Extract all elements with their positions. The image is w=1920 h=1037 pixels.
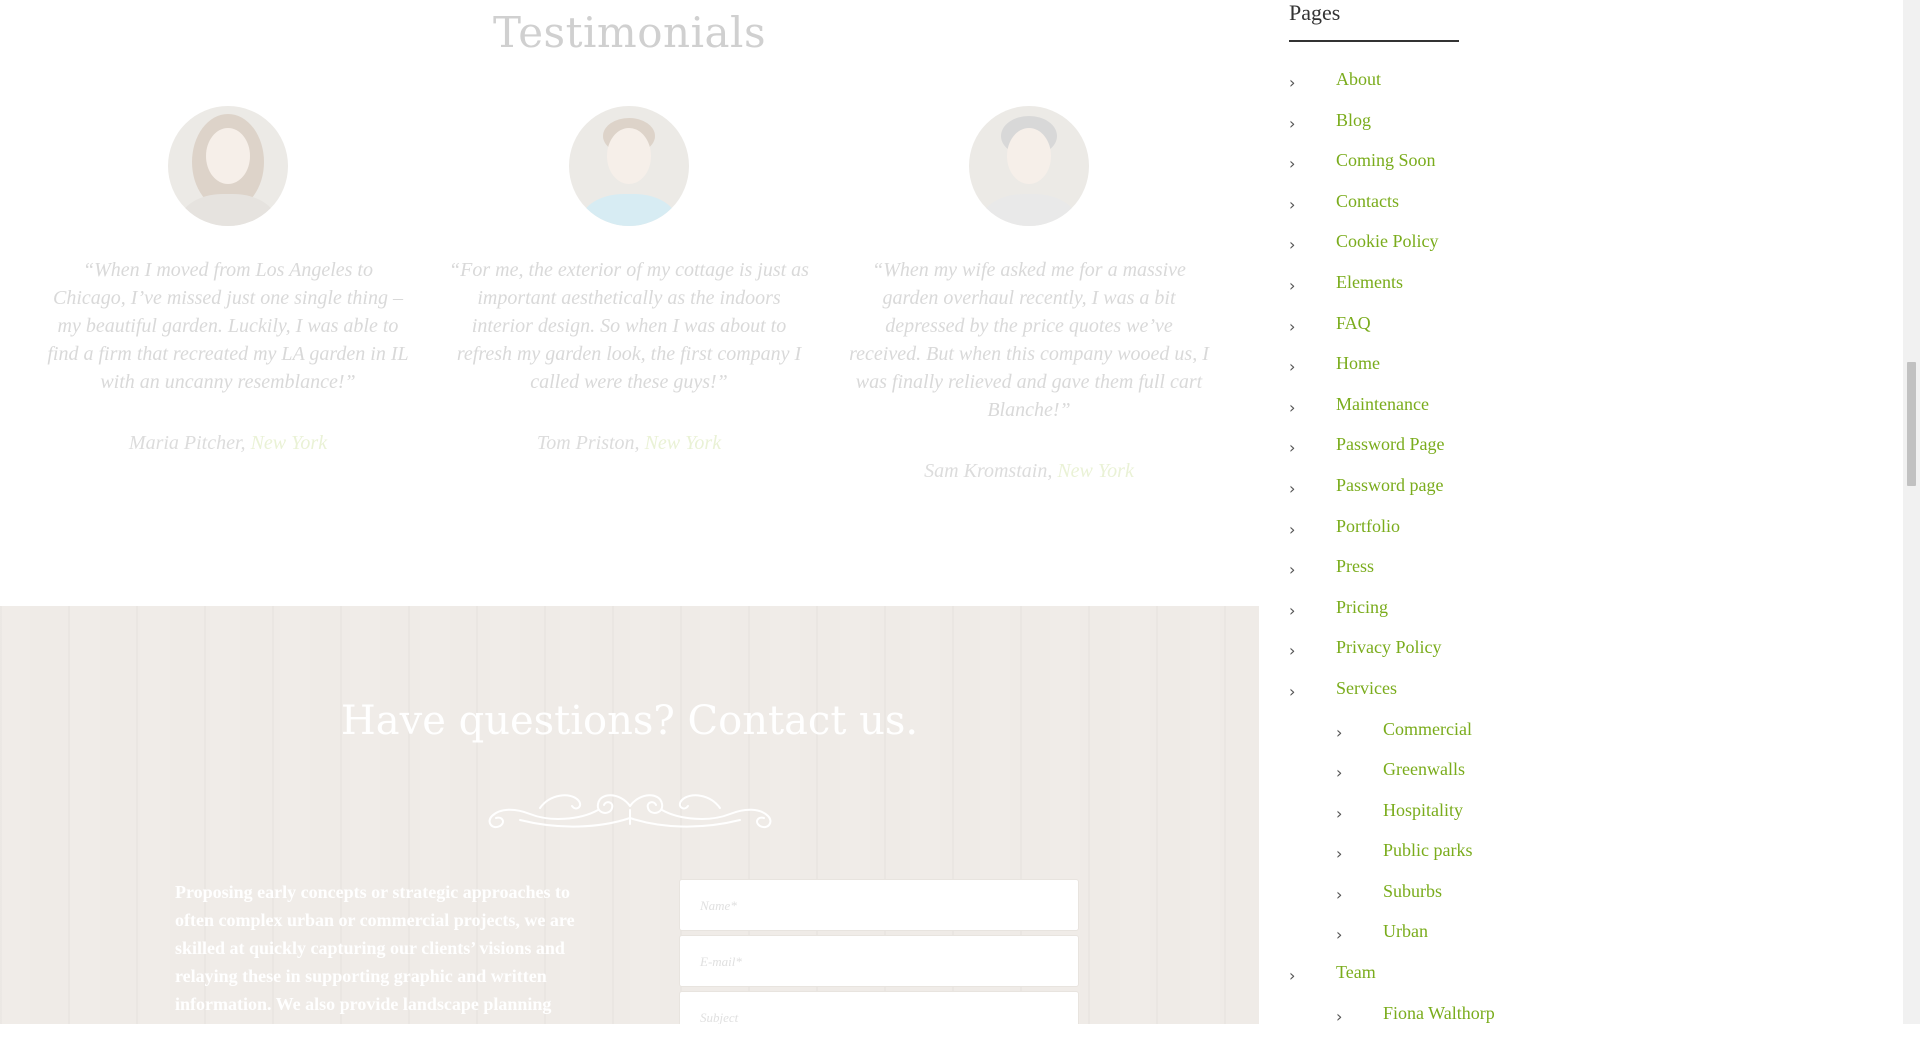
menu-item-label[interactable]: Commercial bbox=[1383, 719, 1472, 740]
chevron-right-icon: › bbox=[1336, 722, 1343, 742]
main-content: Testimonials “When I moved from Los Ange… bbox=[0, 0, 1259, 1024]
chevron-right-icon: › bbox=[1289, 113, 1296, 133]
menu-item-label[interactable]: Home bbox=[1336, 353, 1380, 374]
menu-item-label[interactable]: Suburbs bbox=[1383, 881, 1442, 902]
widget-title: Pages bbox=[1289, 0, 1341, 25]
contact-description: Proposing early concepts or strategic ap… bbox=[175, 882, 575, 1014]
menu-item-label[interactable]: Portfolio bbox=[1336, 516, 1400, 537]
menu-item-label[interactable]: Fiona Walthorp bbox=[1383, 1003, 1495, 1024]
menu-item-label[interactable]: Greenwalls bbox=[1383, 759, 1465, 780]
chevron-right-icon: › bbox=[1289, 275, 1296, 295]
chevron-right-icon: › bbox=[1289, 316, 1296, 336]
sidebar-widget: Pages › About › Blog › Coming Soon › Contact… bbox=[1259, 0, 1903, 1026]
testimonial-card: “When I moved from Los Angeles to Chicag… bbox=[38, 106, 418, 455]
menu-item-label[interactable]: Pricing bbox=[1336, 597, 1388, 618]
menu-item-label[interactable]: FAQ bbox=[1336, 313, 1371, 334]
testimonial-author: Tom Priston, New York bbox=[439, 432, 819, 455]
author-name: Sam Kromstain, bbox=[924, 460, 1058, 482]
chevron-right-icon: › bbox=[1289, 600, 1296, 620]
chevron-right-icon: › bbox=[1289, 966, 1296, 986]
menu-item-label[interactable]: Password page bbox=[1336, 475, 1443, 496]
chevron-right-icon: › bbox=[1336, 763, 1343, 783]
author-city: New York bbox=[250, 432, 328, 454]
chevron-right-icon: › bbox=[1336, 844, 1343, 864]
testimonial-author: Maria Pitcher, New York bbox=[38, 432, 418, 455]
widget-title-underline bbox=[1289, 40, 1459, 42]
menu-item-label[interactable]: Public parks bbox=[1383, 840, 1473, 861]
chevron-right-icon: › bbox=[1336, 803, 1343, 823]
subject-field[interactable]: Subject bbox=[679, 991, 1079, 1024]
chevron-right-icon: › bbox=[1289, 681, 1296, 701]
chevron-right-icon: › bbox=[1289, 154, 1296, 174]
menu-item-label[interactable]: Coming Soon bbox=[1336, 150, 1436, 171]
chevron-right-icon: › bbox=[1289, 73, 1296, 92]
menu-item-label[interactable]: Blog bbox=[1336, 110, 1371, 131]
chevron-right-icon: › bbox=[1336, 884, 1343, 904]
chevron-right-icon: › bbox=[1289, 641, 1296, 661]
flourish-divider-icon bbox=[488, 794, 772, 828]
author-name: Maria Pitcher, bbox=[128, 432, 251, 454]
author-name: Tom Priston, bbox=[536, 432, 645, 454]
chevron-right-icon: › bbox=[1336, 1006, 1343, 1026]
testimonials-title: Testimonials bbox=[492, 8, 767, 57]
chevron-right-icon: › bbox=[1289, 438, 1296, 458]
menu-item-label[interactable]: Hospitality bbox=[1383, 800, 1463, 821]
testimonials-section: Testimonials “When I moved from Los Ange… bbox=[0, 0, 1259, 606]
email-field[interactable]: E-mail* bbox=[679, 935, 1079, 987]
menu-item-label[interactable]: Services bbox=[1336, 678, 1397, 699]
avatar bbox=[969, 106, 1089, 226]
scrollbar-thumb[interactable] bbox=[1907, 362, 1916, 486]
menu-item-label[interactable]: Contacts bbox=[1336, 191, 1399, 212]
menu-item-label[interactable]: Press bbox=[1336, 556, 1374, 577]
contact-title: Have questions? Contact us. bbox=[340, 698, 919, 744]
testimonial-card: “When my wife asked me for a massive gar… bbox=[839, 106, 1219, 483]
menu-item-label[interactable]: About bbox=[1336, 69, 1381, 90]
testimonial-author: Sam Kromstain, New York bbox=[839, 460, 1219, 483]
menu-item-label[interactable]: Maintenance bbox=[1336, 394, 1429, 415]
menu-item-label[interactable]: Elements bbox=[1336, 272, 1403, 293]
menu-item-label[interactable]: Cookie Policy bbox=[1336, 231, 1439, 252]
contact-section: Have questions? Contact us. Proposing ea… bbox=[0, 606, 1259, 1024]
avatar bbox=[168, 106, 288, 226]
testimonial-card: “For me, the exterior of my cottage is j… bbox=[439, 106, 819, 455]
menu-item-label[interactable]: Team bbox=[1336, 962, 1376, 983]
chevron-right-icon: › bbox=[1289, 194, 1296, 214]
name-field[interactable]: Name* bbox=[679, 879, 1079, 931]
chevron-right-icon: › bbox=[1289, 478, 1296, 498]
testimonial-quote: “When I moved from Los Angeles to Chicag… bbox=[47, 259, 409, 393]
avatar bbox=[569, 106, 689, 226]
chevron-right-icon: › bbox=[1289, 235, 1296, 255]
chevron-right-icon: › bbox=[1289, 560, 1296, 580]
author-city: New York bbox=[644, 432, 722, 454]
menu-item-label[interactable]: Privacy Policy bbox=[1336, 637, 1442, 658]
chevron-right-icon: › bbox=[1289, 519, 1296, 539]
chevron-right-icon: › bbox=[1289, 397, 1296, 417]
menu-item-label[interactable]: Urban bbox=[1383, 921, 1428, 942]
chevron-right-icon: › bbox=[1336, 925, 1343, 945]
author-city: New York bbox=[1057, 460, 1134, 482]
page-scrollbar[interactable] bbox=[1903, 0, 1920, 1024]
chevron-right-icon: › bbox=[1289, 357, 1296, 377]
menu-item-label[interactable]: Password Page bbox=[1336, 434, 1445, 455]
testimonial-quote: “For me, the exterior of my cottage is j… bbox=[449, 259, 809, 393]
testimonial-quote: “When my wife asked me for a massive gar… bbox=[849, 259, 1209, 421]
